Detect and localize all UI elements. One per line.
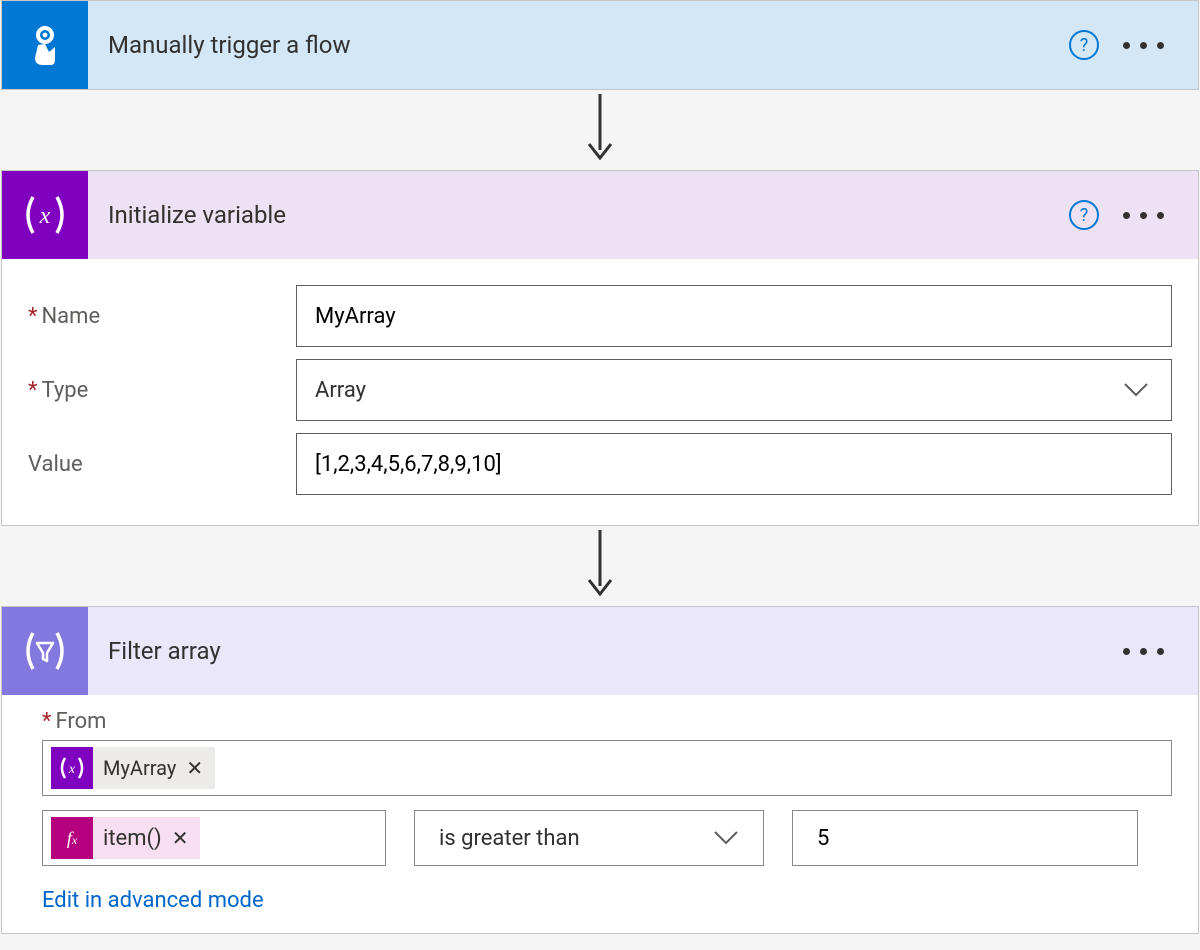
connector-arrow bbox=[0, 90, 1200, 170]
more-menu-button[interactable] bbox=[1123, 42, 1164, 49]
value-input[interactable] bbox=[315, 452, 1153, 477]
chevron-down-icon bbox=[713, 830, 739, 846]
svg-text:x: x bbox=[39, 203, 51, 229]
condition-right-input[interactable] bbox=[817, 826, 1127, 851]
from-token[interactable]: x MyArray ✕ bbox=[51, 747, 215, 789]
from-token-label: MyArray bbox=[103, 756, 176, 780]
svg-text:x: x bbox=[68, 762, 76, 777]
help-icon[interactable]: ? bbox=[1069, 30, 1099, 60]
name-field[interactable] bbox=[296, 285, 1172, 347]
expression-token[interactable]: fx item() ✕ bbox=[51, 817, 200, 859]
variable-icon: x bbox=[51, 747, 93, 789]
initialize-variable-body: *Name *Type Array Value bbox=[2, 259, 1198, 525]
more-menu-button[interactable] bbox=[1123, 212, 1164, 219]
name-label: *Name bbox=[28, 304, 296, 329]
filter-array-title: Filter array bbox=[88, 637, 1123, 665]
filter-array-card: Filter array *From x MyArray ✕ bbox=[1, 606, 1199, 934]
trigger-card-title: Manually trigger a flow bbox=[88, 31, 1069, 59]
type-select-value: Array bbox=[315, 378, 366, 403]
condition-operator-value: is greater than bbox=[439, 826, 580, 851]
type-label: *Type bbox=[28, 378, 296, 403]
filter-icon bbox=[2, 607, 88, 695]
function-icon: fx bbox=[51, 817, 93, 859]
value-field[interactable] bbox=[296, 433, 1172, 495]
initialize-variable-header[interactable]: x Initialize variable ? bbox=[2, 171, 1198, 259]
condition-operator-select[interactable]: is greater than bbox=[414, 810, 764, 866]
from-label: *From bbox=[42, 709, 1172, 734]
condition-right-field[interactable] bbox=[792, 810, 1138, 866]
manual-trigger-icon bbox=[2, 1, 88, 89]
type-select[interactable]: Array bbox=[296, 359, 1172, 421]
trigger-card: Manually trigger a flow ? bbox=[1, 0, 1199, 90]
expression-token-label: item() bbox=[103, 826, 162, 851]
condition-left-field[interactable]: fx item() ✕ bbox=[42, 810, 386, 866]
variable-icon: x bbox=[2, 171, 88, 259]
condition-row: fx item() ✕ is greater than bbox=[42, 810, 1172, 866]
edit-advanced-mode-link[interactable]: Edit in advanced mode bbox=[42, 888, 264, 913]
filter-array-header[interactable]: Filter array bbox=[2, 607, 1198, 695]
initialize-variable-title: Initialize variable bbox=[88, 201, 1069, 229]
value-label: Value bbox=[28, 452, 296, 477]
initialize-variable-card: x Initialize variable ? *Name *Type Arra… bbox=[1, 170, 1199, 526]
trigger-card-header[interactable]: Manually trigger a flow ? bbox=[2, 1, 1198, 89]
filter-array-body: *From x MyArray ✕ fx bbox=[2, 695, 1198, 933]
from-field[interactable]: x MyArray ✕ bbox=[42, 740, 1172, 796]
chevron-down-icon bbox=[1123, 382, 1149, 398]
remove-token-icon[interactable]: ✕ bbox=[186, 756, 203, 780]
remove-token-icon[interactable]: ✕ bbox=[172, 826, 189, 850]
more-menu-button[interactable] bbox=[1123, 648, 1164, 655]
name-input[interactable] bbox=[315, 304, 1153, 329]
help-icon[interactable]: ? bbox=[1069, 200, 1099, 230]
connector-arrow bbox=[0, 526, 1200, 606]
